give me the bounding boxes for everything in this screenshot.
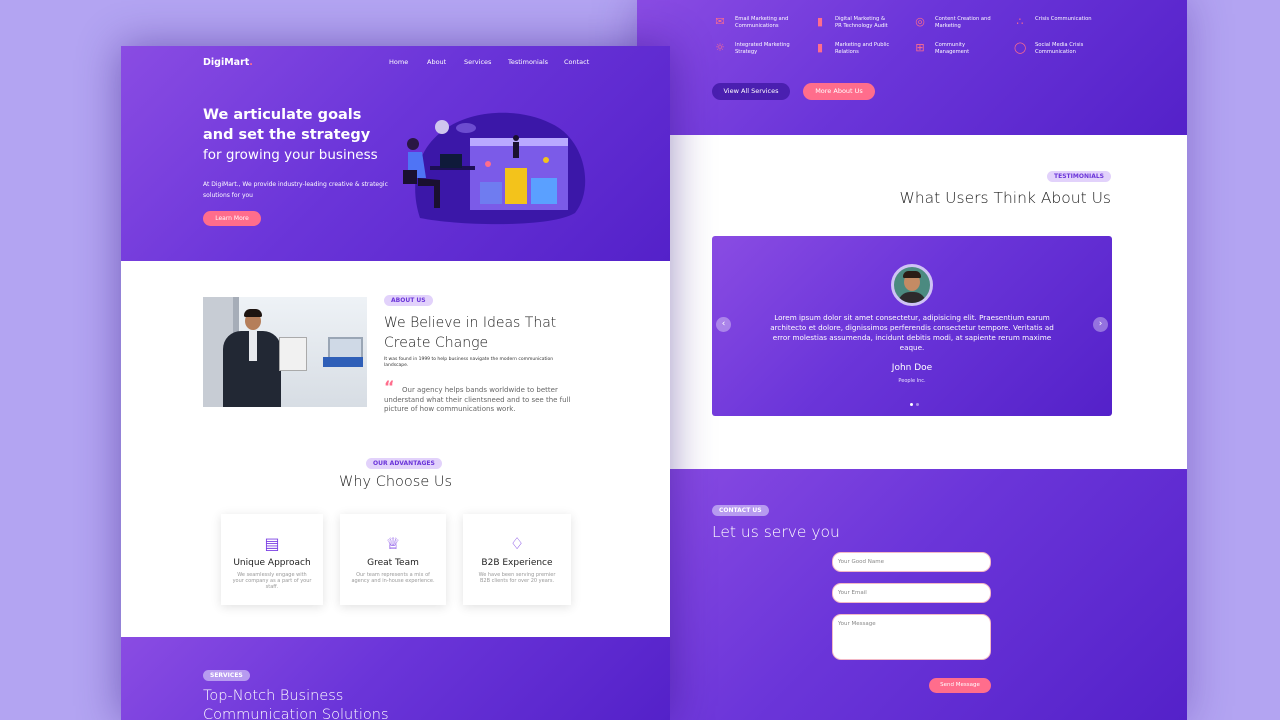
carousel-dot-active[interactable] xyxy=(910,403,913,406)
contact-section: Contact Us Let us serve you Your Good Na… xyxy=(637,469,1187,720)
card-description: We have been serving premier B2B clients… xyxy=(478,572,556,584)
card-description: We seamlessly engage with your company a… xyxy=(232,572,312,590)
services-title-line-1: Top-Notch Business xyxy=(203,688,344,704)
about-title: We Believe in Ideas That Create Change xyxy=(384,315,557,351)
avatar xyxy=(891,264,933,306)
nodes-icon: ∴ xyxy=(1016,15,1024,28)
service-label: Crisis Communication xyxy=(1035,16,1092,22)
service-label: Community Management xyxy=(935,42,970,55)
left-page-preview: DigiMart. Home About Services Testimonia… xyxy=(121,46,670,720)
chat-bubble-icon: ◯ xyxy=(1014,41,1027,54)
name-field[interactable]: Your Good Name xyxy=(832,552,991,572)
service-label: Content Creation and Marketing xyxy=(935,16,991,29)
hero-section: DigiMart. Home About Services Testimonia… xyxy=(121,46,670,261)
about-small-text: It was found in 1999 to help business na… xyxy=(384,357,554,368)
hero-headline: We articulate goals and set the strategy… xyxy=(203,105,378,165)
carousel-prev-button[interactable]: ‹ xyxy=(716,317,731,332)
service-item[interactable]: ◎ Content Creation and Marketing xyxy=(914,16,993,29)
service-item[interactable]: ∴ Crisis Communication xyxy=(1014,16,1093,28)
service-item[interactable]: ⊞ Community Management xyxy=(914,42,993,55)
carousel-next-button[interactable]: › xyxy=(1093,317,1108,332)
brand-dot: . xyxy=(249,57,253,68)
advantage-card: ♕ Great Team Our team represents a mix o… xyxy=(340,514,446,605)
nav-home[interactable]: Home xyxy=(389,58,408,66)
advantage-card: ▤ Unique Approach We seamlessly engage w… xyxy=(221,514,323,605)
service-item[interactable]: ◯ Social Media Crisis Communication xyxy=(1014,42,1093,55)
right-page-preview: ✉ Email Marketing and Communications ▮ D… xyxy=(637,0,1187,720)
about-photo xyxy=(203,297,367,407)
testimonial-quote: Lorem ipsum dolor sit amet consectetur, … xyxy=(770,313,1054,352)
view-all-services-button[interactable]: View All Services xyxy=(712,83,790,100)
briefcase-icon: ▤ xyxy=(264,534,280,553)
sun-icon: ☼ xyxy=(715,41,725,54)
service-label: Social Media Crisis Communication xyxy=(1035,42,1084,55)
services-title: Top-Notch Business Communication Solutio… xyxy=(203,687,389,720)
contact-title: Let us serve you xyxy=(712,523,840,541)
card-title: Great Team xyxy=(367,558,419,568)
nav-testimonials[interactable]: Testimonials xyxy=(508,58,548,66)
nav-about[interactable]: About xyxy=(427,58,446,66)
bar-chart-icon: ▮ xyxy=(816,41,824,54)
service-label: Marketing and Public Relations xyxy=(835,42,890,55)
about-badge: About Us xyxy=(384,295,433,306)
hero-description: At DigiMart., We provide industry-leadin… xyxy=(203,181,388,199)
services-section: ✉ Email Marketing and Communications ▮ D… xyxy=(637,0,1187,135)
more-about-us-button[interactable]: More About Us xyxy=(803,83,875,100)
testimonials-title: What Users Think About Us xyxy=(899,189,1111,207)
testimonial-card: Lorem ipsum dolor sit amet consectetur, … xyxy=(712,236,1112,416)
brand-name: DigiMart xyxy=(203,57,250,68)
crown-icon: ♕ xyxy=(385,534,401,553)
services-badge: Services xyxy=(203,670,250,681)
testimonials-section: Testimonials What Users Think About Us L… xyxy=(637,135,1187,469)
mail-icon: ✉ xyxy=(715,15,725,28)
message-field[interactable]: Your Message xyxy=(832,614,991,660)
learn-more-button[interactable]: Learn More xyxy=(203,211,261,226)
grid-icon: ⊞ xyxy=(915,41,925,54)
testimonials-badge: Testimonials xyxy=(1047,171,1111,182)
service-item[interactable]: ☼ Integrated Marketing Strategy xyxy=(714,42,793,55)
service-item[interactable]: ▮ Digital Marketing & PR Technology Audi… xyxy=(814,16,893,29)
globe-icon: ◎ xyxy=(915,15,925,28)
advantages-badge: Our Advantages xyxy=(366,458,442,469)
card-description: Our team represents a mix of agency and … xyxy=(351,572,435,584)
service-label: Integrated Marketing Strategy xyxy=(735,42,790,55)
hero-illustration xyxy=(403,112,586,225)
hero-line-3: for growing your business xyxy=(203,147,378,163)
testimonial-author: John Doe xyxy=(891,363,933,373)
brand-logo[interactable]: DigiMart. xyxy=(203,57,253,68)
testimonial-company: People Inc. xyxy=(898,378,926,384)
service-label: Digital Marketing & PR Technology Audit xyxy=(835,16,888,29)
service-item[interactable]: ▮ Marketing and Public Relations xyxy=(814,42,893,55)
about-quote: Our agency helps bands worldwide to bett… xyxy=(384,386,571,413)
send-message-button[interactable]: Send Message xyxy=(929,678,991,693)
contact-badge: Contact Us xyxy=(712,505,769,516)
bar-chart-icon: ▮ xyxy=(816,15,824,28)
advantages-title: Why Choose Us xyxy=(338,474,453,490)
service-label: Email Marketing and Communications xyxy=(735,16,789,29)
advantage-card: ♢ B2B Experience We have been serving pr… xyxy=(463,514,571,605)
services-teaser-section: Services Top-Notch Business Communicatio… xyxy=(121,637,670,720)
email-field[interactable]: Your Email xyxy=(832,583,991,603)
carousel-dot[interactable] xyxy=(916,403,919,406)
service-item[interactable]: ✉ Email Marketing and Communications xyxy=(714,16,793,29)
nav-contact[interactable]: Contact xyxy=(564,58,589,66)
hero-line-2: and set the strategy xyxy=(203,127,371,143)
services-title-line-2: Communication Solutions xyxy=(203,707,389,720)
nav-services[interactable]: Services xyxy=(464,58,491,66)
hero-line-1: We articulate goals xyxy=(203,107,362,123)
card-title: B2B Experience xyxy=(481,558,553,568)
card-title: Unique Approach xyxy=(233,558,311,568)
diamond-icon: ♢ xyxy=(509,534,525,553)
